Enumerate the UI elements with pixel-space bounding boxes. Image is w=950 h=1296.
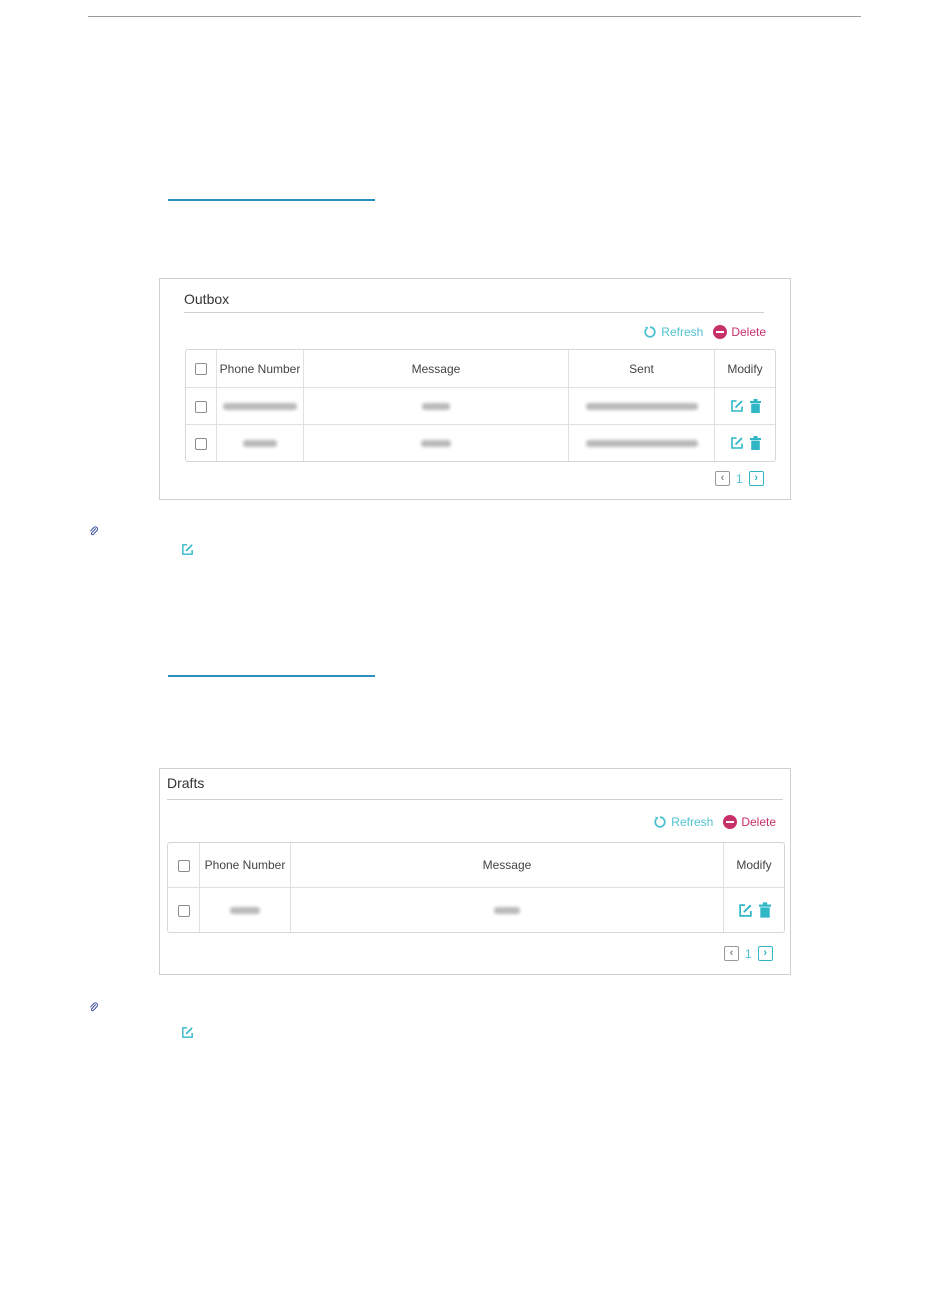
column-header-modify: Modify (715, 350, 775, 388)
page-number[interactable]: 1 (745, 947, 752, 961)
row-checkbox[interactable] (195, 437, 207, 450)
page-number[interactable]: 1 (736, 472, 743, 486)
chevron-left-icon: ‹ (729, 947, 734, 959)
chevron-left-icon: ‹ (720, 472, 725, 484)
redacted-message (494, 907, 520, 915)
pagination: ‹ 1 › (724, 946, 773, 961)
table-header-row: Phone Number Message Modify (168, 843, 784, 888)
refresh-icon (654, 816, 666, 828)
delete-label: Delete (731, 325, 766, 339)
column-header-phone: Phone Number (217, 350, 304, 388)
chevron-right-icon: › (763, 947, 768, 959)
table-row (186, 425, 775, 461)
outbox-table: Phone Number Message Sent Modify (185, 349, 776, 462)
redacted-sent-time (585, 440, 698, 448)
select-all-checkbox[interactable] (195, 363, 207, 376)
prev-page-button[interactable]: ‹ (724, 946, 739, 961)
refresh-button[interactable]: Refresh (653, 815, 713, 829)
delete-button[interactable]: Delete (713, 325, 766, 339)
outbox-panel: Outbox Refresh Delete Phone Number Messa… (159, 278, 791, 500)
edit-icon[interactable] (730, 399, 744, 413)
edit-icon[interactable] (730, 436, 744, 450)
paperclip-note-icon (90, 1002, 98, 1012)
section-link-underline-1[interactable] (168, 199, 375, 201)
redacted-sent-time (585, 403, 698, 411)
drafts-panel: Drafts Refresh Delete Phone Number Messa… (159, 768, 791, 975)
row-checkbox[interactable] (195, 400, 207, 413)
column-header-modify: Modify (724, 843, 784, 888)
redacted-phone (230, 907, 260, 915)
table-header-row: Phone Number Message Sent Modify (186, 350, 775, 388)
next-page-button[interactable]: › (757, 946, 773, 961)
pagination: ‹ 1 › (715, 471, 764, 486)
section-link-underline-2[interactable] (168, 675, 375, 677)
refresh-button[interactable]: Refresh (643, 325, 703, 339)
next-page-button[interactable]: › (748, 471, 764, 486)
paperclip-note-icon (90, 526, 98, 536)
column-header-message: Message (304, 350, 569, 388)
edit-icon (182, 1027, 193, 1038)
delete-label: Delete (741, 815, 776, 829)
refresh-icon (644, 326, 656, 338)
table-row (186, 388, 775, 425)
column-header-sent: Sent (569, 350, 715, 388)
trash-icon[interactable] (758, 902, 771, 918)
trash-icon[interactable] (749, 399, 761, 413)
trash-icon[interactable] (749, 436, 761, 450)
drafts-table: Phone Number Message Modify (167, 842, 785, 933)
column-header-phone: Phone Number (200, 843, 291, 888)
panel-title: Drafts (167, 775, 205, 791)
edit-icon[interactable] (738, 903, 753, 918)
refresh-label: Refresh (671, 815, 714, 829)
delete-circle-icon (723, 815, 738, 829)
redacted-phone (243, 440, 277, 448)
table-row (168, 888, 784, 932)
select-all-cell (186, 350, 217, 388)
delete-circle-icon (713, 325, 728, 339)
drafts-toolbar: Refresh Delete (653, 815, 776, 829)
prev-page-button[interactable]: ‹ (715, 471, 730, 486)
panel-title-rule (167, 799, 783, 800)
refresh-label: Refresh (661, 325, 704, 339)
edit-icon (182, 544, 193, 555)
select-all-cell (168, 843, 200, 888)
redacted-message (421, 440, 451, 448)
column-header-message: Message (291, 843, 724, 888)
outbox-toolbar: Refresh Delete (643, 325, 766, 339)
redacted-phone (223, 403, 297, 411)
row-checkbox[interactable] (177, 904, 190, 917)
panel-title-rule (184, 312, 764, 313)
select-all-checkbox[interactable] (177, 859, 190, 872)
page-header-rule (88, 16, 861, 17)
delete-button[interactable]: Delete (723, 815, 776, 829)
chevron-right-icon: › (754, 472, 759, 484)
redacted-message (422, 403, 450, 411)
panel-title: Outbox (184, 291, 230, 307)
